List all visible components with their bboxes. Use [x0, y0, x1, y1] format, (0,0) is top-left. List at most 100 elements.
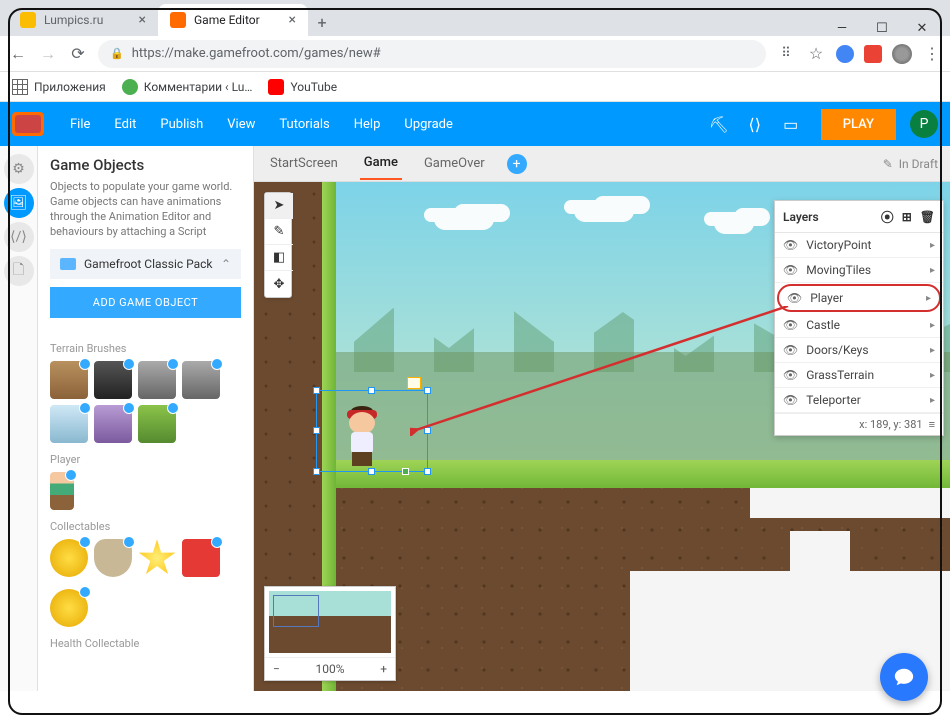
add-scene-button[interactable]: + [507, 154, 527, 174]
menu-icon[interactable]: ⋮ [922, 44, 942, 64]
zoom-out-button[interactable]: − [273, 662, 280, 676]
folder-icon [60, 258, 76, 270]
user-avatar[interactable]: P [910, 110, 938, 138]
url-input[interactable]: 🔒 https://make.gamefroot.com/games/new# [98, 40, 766, 68]
menu-upgrade[interactable]: Upgrade [394, 117, 462, 132]
browser-tabstrip: Lumpics.ru × Game Editor × + — ☐ ✕ [0, 0, 950, 36]
visibility-icon[interactable]: 👁 [783, 238, 798, 252]
terrain-step [790, 531, 850, 691]
terrain-brush[interactable] [94, 405, 132, 443]
play-button[interactable]: PLAY [821, 109, 896, 140]
scene-tab-gameover[interactable]: GameOver [420, 148, 489, 179]
chevron-right-icon: ▸ [930, 395, 935, 406]
minimap: − 100% + [264, 586, 396, 681]
brush-tool[interactable]: ✎ [265, 219, 293, 245]
eraser-tool[interactable]: ◧ [265, 245, 293, 271]
extension-icon[interactable] [864, 45, 882, 63]
scene-tab-game[interactable]: Game [360, 147, 402, 180]
pack-folder[interactable]: Gamefroot Classic Pack [50, 249, 241, 279]
add-layer-button[interactable]: ⊞ [902, 210, 912, 224]
layer-row[interactable]: 👁MovingTiles▸ [775, 258, 943, 283]
url-text: https://make.gamefroot.com/games/new# [132, 46, 381, 61]
close-icon[interactable]: × [139, 12, 146, 28]
origin-marker [407, 377, 421, 389]
selection-box[interactable] [316, 390, 428, 472]
layer-row[interactable]: 👁GrassTerrain▸ [775, 363, 943, 388]
terrain-brush[interactable] [50, 405, 88, 443]
bookmark-item[interactable]: YouTube [268, 79, 337, 95]
layer-row[interactable]: 👁Doors/Keys▸ [775, 338, 943, 363]
zoom-in-button[interactable]: + [380, 662, 387, 676]
chevron-right-icon: ▸ [930, 265, 935, 276]
forward-button[interactable]: → [38, 44, 58, 64]
terrain-brush[interactable] [138, 361, 176, 399]
browser-tab-1[interactable]: Game Editor × [158, 4, 308, 36]
layer-row[interactable]: 👁Castle▸ [775, 313, 943, 338]
delete-layer-button[interactable]: 🗑 [920, 210, 935, 224]
collectable-object[interactable] [94, 539, 132, 577]
sidetab-settings[interactable]: ⚙ [4, 154, 34, 184]
move-tool[interactable]: ✥ [265, 271, 293, 297]
collectable-object[interactable] [138, 539, 176, 577]
panel-description: Objects to populate your game world. Gam… [50, 180, 241, 239]
menu-view[interactable]: View [217, 117, 265, 132]
minimap-view[interactable] [269, 591, 391, 653]
close-icon[interactable]: × [289, 12, 296, 28]
collectable-object[interactable] [182, 539, 220, 577]
visibility-icon[interactable]: 👁 [783, 263, 798, 277]
marketplace-icon[interactable]: ⛏ [707, 112, 731, 136]
visibility-icon[interactable]: 👁 [783, 343, 798, 357]
target-icon[interactable]: ⦿ [881, 207, 894, 226]
layer-row[interactable]: 👁VictoryPoint▸ [775, 233, 943, 258]
section-collectables: Collectables [50, 520, 241, 533]
menu-help[interactable]: Help [344, 117, 391, 132]
layers-title: Layers [783, 210, 819, 224]
star-icon[interactable]: ☆ [806, 44, 826, 64]
player-object[interactable] [50, 472, 74, 510]
add-game-object-button[interactable]: ADD GAME OBJECT [50, 287, 241, 318]
terrain-brush[interactable] [50, 361, 88, 399]
collectable-object[interactable] [50, 589, 88, 627]
select-tool[interactable]: ➤ [265, 193, 293, 219]
profile-avatar[interactable] [892, 44, 912, 64]
bookmark-item[interactable]: Комментарии ‹ Lu… [122, 79, 253, 95]
menu-publish[interactable]: Publish [150, 117, 213, 132]
window-close-button[interactable]: ✕ [902, 21, 942, 36]
reload-button[interactable]: ⟳ [68, 44, 88, 64]
terrain-brush[interactable] [182, 361, 220, 399]
app-logo[interactable] [12, 112, 44, 136]
layer-row[interactable]: 👁Teleporter▸ [775, 388, 943, 413]
drag-handle-icon[interactable]: ≡ [929, 418, 935, 431]
layer-row-player[interactable]: 👁Player▸ [777, 284, 941, 312]
visibility-icon[interactable]: 👁 [787, 291, 802, 305]
favicon-icon [20, 12, 36, 28]
browser-tab-0[interactable]: Lumpics.ru × [8, 4, 158, 36]
collectable-object[interactable] [50, 539, 88, 577]
draft-status[interactable]: ✎In Draft [883, 157, 938, 171]
sidetab-objects[interactable]: 🖼 [4, 188, 34, 218]
translate-icon[interactable]: ⠿ [776, 44, 796, 64]
terrain-brush[interactable] [138, 405, 176, 443]
back-button[interactable]: ← [8, 44, 28, 64]
sidetab-assets[interactable]: 🗋 [4, 256, 34, 286]
terrain-brush[interactable] [94, 361, 132, 399]
player-sprite[interactable] [341, 406, 383, 468]
code-icon[interactable]: ⟨⟩ [743, 112, 767, 136]
new-tab-button[interactable]: + [308, 8, 336, 36]
panel-title: Game Objects [50, 156, 241, 174]
apps-shortcut[interactable]: Приложения [12, 79, 106, 95]
menu-file[interactable]: File [60, 117, 100, 132]
menu-tutorials[interactable]: Tutorials [269, 117, 339, 132]
scene-tab-startscreen[interactable]: StartScreen [266, 148, 342, 179]
sidetab-scripts[interactable]: ⟨/⟩ [4, 222, 34, 252]
window-minimize-button[interactable]: — [822, 21, 862, 36]
extension-icon[interactable] [836, 45, 854, 63]
chat-fab[interactable] [880, 653, 928, 701]
window-maximize-button[interactable]: ☐ [862, 21, 902, 36]
visibility-icon[interactable]: 👁 [783, 393, 798, 407]
menu-edit[interactable]: Edit [104, 117, 146, 132]
zoom-level: 100% [316, 662, 345, 676]
visibility-icon[interactable]: 👁 [783, 368, 798, 382]
visibility-icon[interactable]: 👁 [783, 318, 798, 332]
folder-icon[interactable]: ▭ [779, 112, 803, 136]
